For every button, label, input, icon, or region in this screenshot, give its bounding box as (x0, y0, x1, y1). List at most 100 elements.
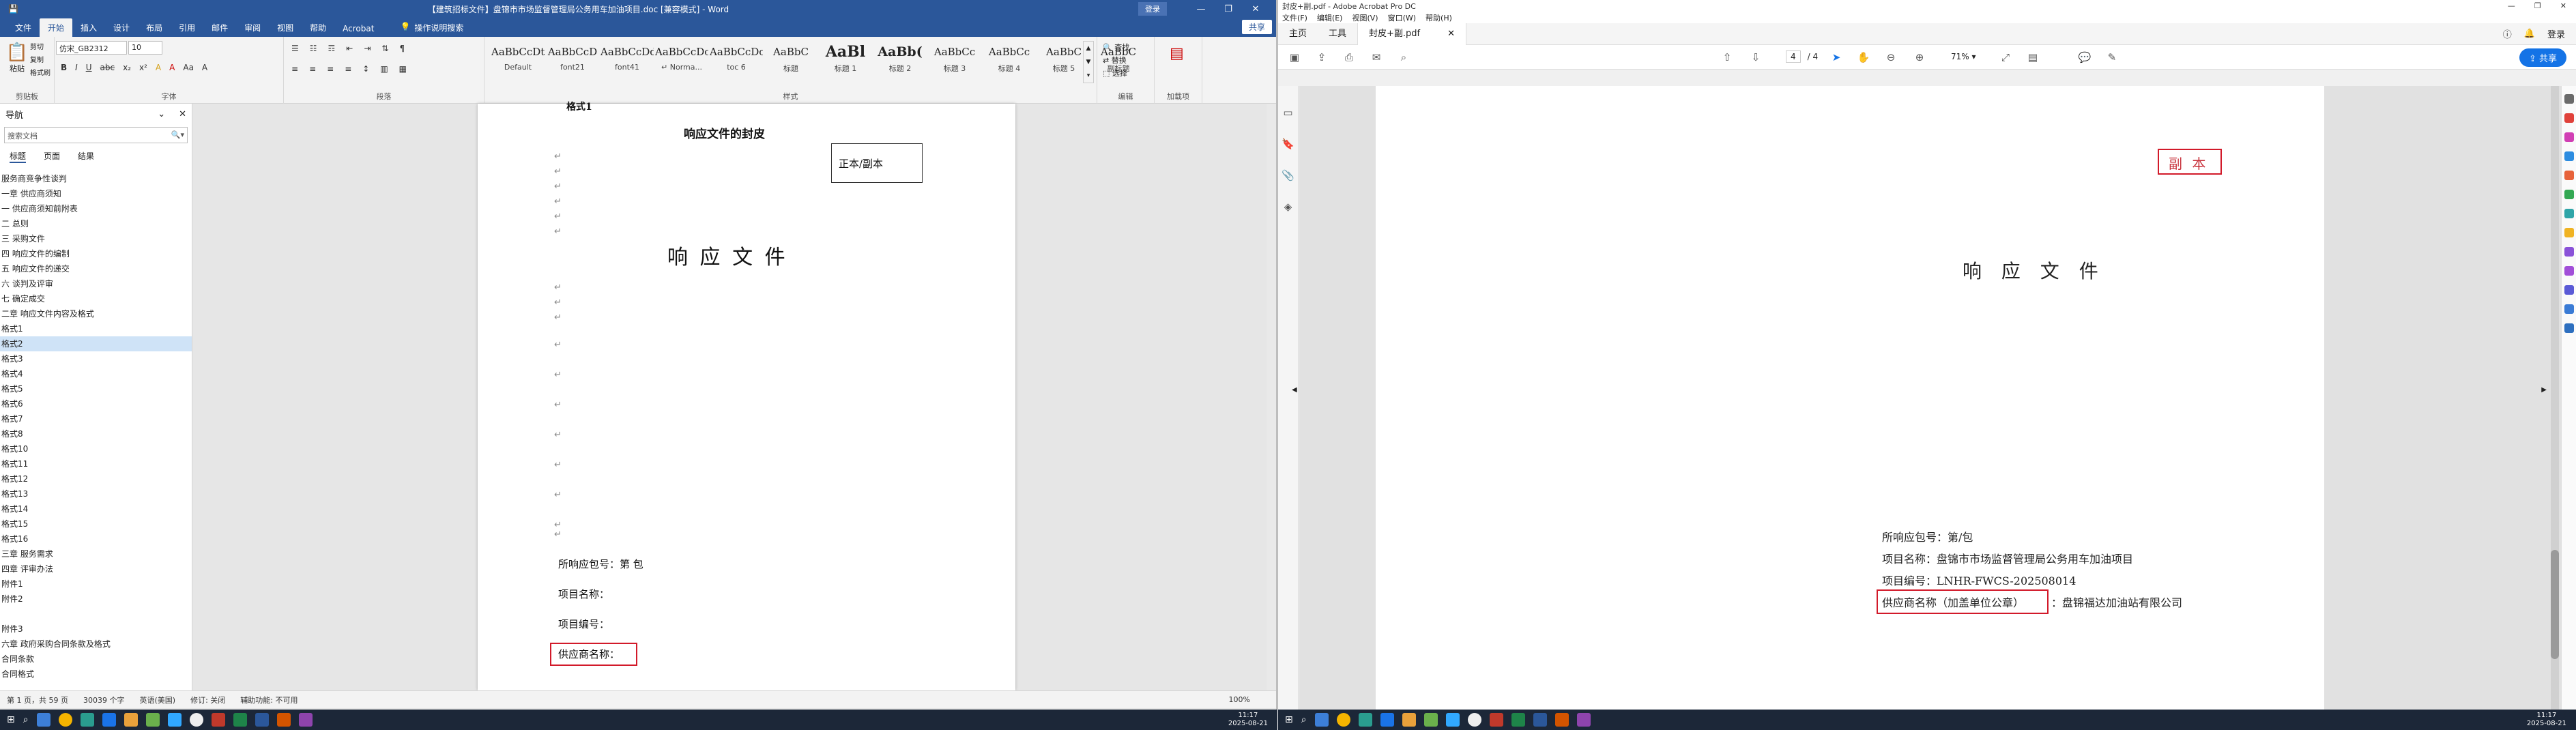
acrobat-minimize-icon[interactable]: — (2508, 1, 2515, 10)
nav-heading-item[interactable]: 合同条款 (0, 652, 192, 667)
app2-icon-right[interactable] (1423, 713, 1438, 727)
font-color-button[interactable]: A (166, 61, 178, 74)
style-gallery-item[interactable]: AaBl 标题 1 (819, 41, 872, 81)
status-words[interactable]: 30039 个字 (83, 695, 125, 705)
app3-icon[interactable] (276, 713, 291, 727)
style-gallery-item[interactable]: AaBbCcDc toc 6 (710, 41, 763, 81)
chrome-icon[interactable] (58, 713, 72, 727)
select-cursor-icon[interactable]: ➤ (1829, 50, 1843, 64)
tool-combine-icon[interactable] (2564, 171, 2574, 180)
style-gallery-item[interactable]: AaBbCc 标题 4 (983, 41, 1036, 81)
taskview-icon-right[interactable] (1314, 713, 1329, 727)
line-spacing-button[interactable]: ↕ (359, 63, 373, 75)
tool-edit-pdf-icon[interactable] (2564, 132, 2574, 142)
word-login-button[interactable]: 登录 (1138, 2, 1167, 16)
bookmark-icon[interactable]: 🔖 (1278, 128, 1298, 160)
nav-heading-item[interactable]: 格式12 (0, 471, 192, 486)
taskview-icon[interactable] (36, 713, 50, 727)
shading-button[interactable]: ▥ (377, 63, 391, 75)
nav-heading-item[interactable]: 格式1 (0, 321, 192, 336)
font-name-select[interactable]: 仿宋_GB2312 (56, 41, 127, 55)
status-language[interactable]: 英语(美国) (139, 695, 175, 705)
status-track[interactable]: 修订: 关闭 (190, 695, 225, 705)
taskbar-clock-left[interactable]: 11:17 2025-08-21 (1228, 712, 1268, 728)
menu-edit[interactable]: 编辑(E) (1317, 12, 1343, 23)
nav-heading-item[interactable]: 二章 响应文件内容及格式 (0, 306, 192, 321)
word-minimize-icon[interactable]: — (1187, 4, 1215, 14)
status-page[interactable]: 第 1 页，共 59 页 (7, 695, 68, 705)
nav-heading-item[interactable]: 格式13 (0, 486, 192, 501)
align-left-button[interactable]: ≡ (288, 63, 302, 75)
browser-icon[interactable] (102, 713, 116, 727)
tool-scan-icon[interactable] (2564, 323, 2574, 333)
multilevel-list-button[interactable]: ☶ (325, 42, 339, 55)
upload-icon[interactable]: ⇪ (1315, 50, 1329, 64)
tool-compress-icon[interactable] (2564, 209, 2574, 218)
app3-icon-right[interactable] (1554, 713, 1569, 727)
chevron-down-icon[interactable]: ⌄ (158, 109, 165, 119)
tab-review[interactable]: 审阅 (236, 18, 269, 37)
italic-button[interactable]: I (72, 61, 81, 74)
print-icon[interactable]: ⎙ (1342, 50, 1356, 64)
tab-home-acrobat[interactable]: 主页 (1278, 23, 1318, 45)
taskbar-search-icon[interactable]: ⌕ (23, 714, 29, 725)
page-down-icon[interactable]: ⇩ (1749, 50, 1763, 64)
style-gallery-item[interactable]: AaBbCcD font21 (546, 41, 599, 81)
style-gallery-item[interactable]: AaBbCc 标题 3 (928, 41, 981, 81)
nav-heading-item[interactable]: 格式10 (0, 441, 192, 456)
sort-button[interactable]: ⇅ (378, 42, 392, 55)
document-page[interactable]: 格式1 响应文件的封皮 正本/副本 ↵ ↵ ↵ ↵ ↵ ↵ ↵ ↵ ↵ ↵ ↵ ↵ ↵ ↵ ↵ ↵ ↵ 响 应 … (478, 102, 1015, 690)
nav-heading-item[interactable]: 格式7 (0, 411, 192, 426)
word-maximize-icon[interactable]: ❐ (1215, 4, 1242, 14)
nav-heading-item[interactable]: 三 采购文件 (0, 231, 192, 246)
styles-scroll[interactable]: ▲ ▼ ▾ (1083, 41, 1094, 83)
tool-create-pdf-icon[interactable] (2564, 151, 2574, 161)
photoshop-icon-right[interactable] (1445, 713, 1460, 727)
nav-heading-item[interactable]: 附件1 (0, 576, 192, 592)
pages-icon[interactable]: ▭ (1278, 97, 1298, 128)
acrobat-maximize-icon[interactable]: ❐ (2534, 1, 2541, 10)
nav-heading-item[interactable]: 格式16 (0, 531, 192, 546)
zoom-out-icon[interactable]: ⊖ (1884, 50, 1898, 64)
tool-search-icon[interactable] (2564, 94, 2574, 104)
nav-heading-item[interactable]: 格式14 (0, 501, 192, 516)
tool-organize-icon[interactable] (2564, 190, 2574, 199)
word-taskbar-icon[interactable] (255, 713, 269, 727)
acrobat-addin-icon[interactable]: ▤ (1170, 45, 1184, 62)
nav-heading-item[interactable]: 格式11 (0, 456, 192, 471)
folder-icon[interactable] (124, 713, 138, 727)
bell-icon[interactable]: 🔔 (2524, 29, 2535, 39)
hand-icon[interactable]: ✋ (1857, 50, 1870, 64)
justify-button[interactable]: ≡ (341, 63, 355, 75)
style-gallery-item[interactable]: AaBbCcDd font41 (600, 41, 654, 81)
nav-heading-item[interactable]: 格式5 (0, 381, 192, 396)
style-gallery-item[interactable]: AaBbC 标题 (764, 41, 817, 81)
copy-button[interactable]: 复制 (30, 54, 50, 67)
increase-indent-button[interactable]: ⇥ (360, 42, 374, 55)
page-up-icon[interactable]: ⇧ (1720, 50, 1734, 64)
word-taskbar-icon-right[interactable] (1533, 713, 1547, 727)
tab-references[interactable]: 引用 (171, 18, 203, 37)
tab-home[interactable]: 开始 (40, 18, 73, 37)
nav-heading-item[interactable]: 格式8 (0, 426, 192, 441)
qq-icon-right[interactable] (1467, 713, 1481, 727)
cut-button[interactable]: 剪切 (30, 41, 50, 54)
app-icon-right[interactable] (1358, 713, 1372, 727)
pdf-page[interactable]: 副 本 响 应 文 件 所响应包号：第/包 项目名称：盘锦市市场监督管理局公务用… (1376, 86, 2324, 710)
underline-button[interactable]: U (83, 61, 96, 74)
zoom-search-icon[interactable]: ⌕ (1397, 50, 1410, 64)
char-shading-button[interactable]: A (199, 61, 211, 74)
nav-heading-item[interactable]: 七 确定成交 (0, 291, 192, 306)
style-gallery-item[interactable]: AaBbCcDt Default (491, 41, 545, 81)
save-icon[interactable]: 💾 (8, 4, 18, 14)
tab-document[interactable]: 封皮+副.pdf ✕ (1357, 23, 1467, 45)
bullets-button[interactable]: ☰ (288, 42, 302, 55)
style-gallery-item[interactable]: AaBbCcDc ↵ Norma... (655, 41, 708, 81)
tool-fill-sign-icon[interactable] (2564, 247, 2574, 257)
style-gallery-item[interactable]: AaBb(标题 2 (873, 41, 927, 81)
paste-button[interactable]: 📋 粘贴 (5, 42, 29, 74)
chrome-icon-right[interactable] (1336, 713, 1350, 727)
tab-insert[interactable]: 插入 (72, 18, 105, 37)
doc-tab-close-icon[interactable]: ✕ (1447, 23, 1455, 45)
change-case-button[interactable]: Aa (179, 61, 197, 74)
